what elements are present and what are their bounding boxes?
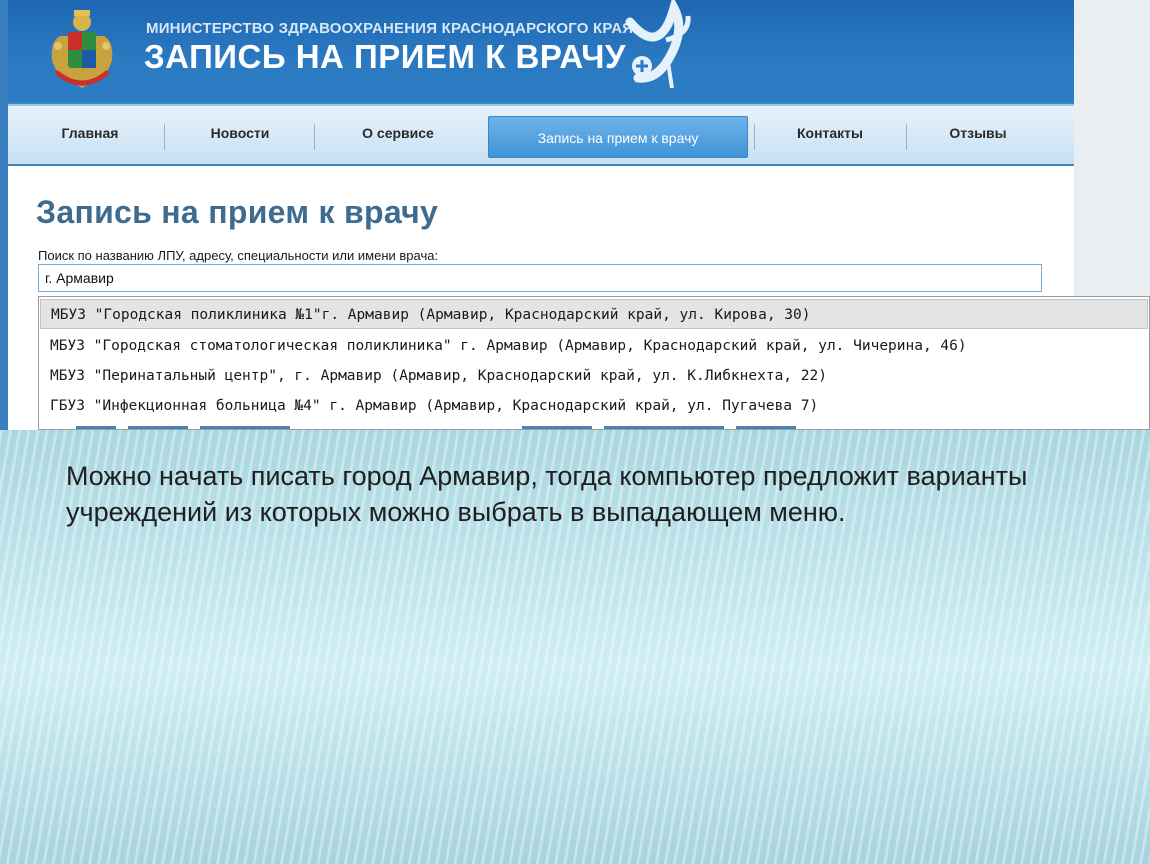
nav-item-reviews[interactable]: Отзывы (928, 118, 1028, 156)
nav-divider (906, 124, 907, 150)
ministry-name: МИНИСТЕРСТВО ЗДРАВООХРАНЕНИЯ КРАСНОДАРСК… (146, 20, 634, 37)
slide-caption: Можно начать писать город Армавир, тогда… (66, 461, 1028, 527)
dropdown-option[interactable]: МБУЗ "Городская поликлиника №1"г. Армави… (40, 299, 1148, 329)
left-border (0, 0, 8, 432)
nav-item-home[interactable]: Главная (38, 118, 142, 156)
nav-item-news[interactable]: Новости (188, 118, 292, 156)
nav-divider (314, 124, 315, 150)
page-title: Запись на прием к врачу (36, 194, 439, 230)
nav-item-contacts[interactable]: Контакты (778, 118, 882, 156)
nav-divider (164, 124, 165, 150)
website-screenshot: МИНИСТЕРСТВО ЗДРАВООХРАНЕНИЯ КРАСНОДАРСК… (0, 0, 1150, 432)
medical-emblem-icon (625, 0, 691, 89)
site-header: МИНИСТЕРСТВО ЗДРАВООХРАНЕНИЯ КРАСНОДАРСК… (8, 0, 1074, 102)
nav-item-about[interactable]: О сервисе (338, 118, 458, 156)
nav-divider (754, 124, 755, 150)
dropdown-option[interactable]: ГБУЗ "Инфекционная больница №4" г. Армав… (40, 391, 1148, 421)
autocomplete-dropdown: МБУЗ "Городская поликлиника №1"г. Армави… (38, 296, 1150, 430)
dropdown-option[interactable]: МБУЗ "Перинатальный центр", г. Армавир (… (40, 361, 1148, 391)
dropdown-option[interactable]: МБУЗ "Городская стоматологическая поликл… (40, 331, 1148, 361)
coat-of-arms-icon (51, 10, 113, 88)
search-label: Поиск по названию ЛПУ, адресу, специальн… (38, 248, 439, 263)
main-nav: Главная Новости О сервисе Запись на прие… (8, 104, 1074, 164)
search-input[interactable] (38, 264, 1042, 292)
nav-item-appointment[interactable]: Запись на прием к врачу (488, 116, 748, 158)
site-title: ЗАПИСЬ НА ПРИЕМ К ВРАЧУ (144, 38, 626, 75)
